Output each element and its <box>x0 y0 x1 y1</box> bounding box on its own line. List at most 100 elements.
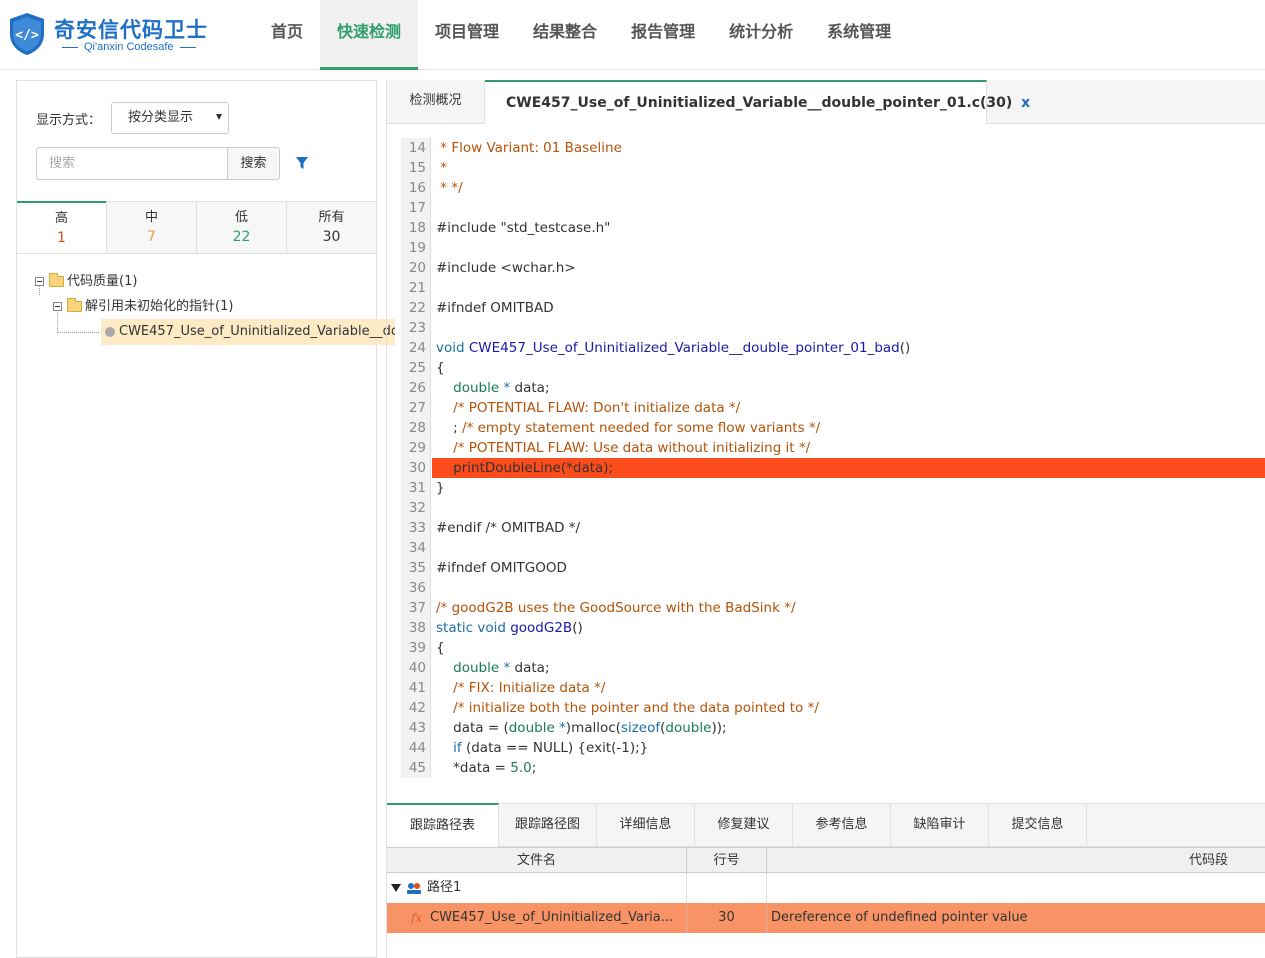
line-number: 35 <box>401 558 431 578</box>
trace-tab[interactable]: 跟踪路径表 <box>387 803 499 848</box>
line-number: 28 <box>401 418 431 438</box>
code-line: 42 /* initialize both the pointer and th… <box>401 698 1265 718</box>
code-token: )); <box>711 720 727 736</box>
code-token: () <box>572 620 583 636</box>
code-text: void CWE457_Use_of_Uninitialized_Variabl… <box>436 338 910 358</box>
column-header-line[interactable]: 行号 <box>687 848 767 873</box>
tree-node-subcategory[interactable]: 解引用未初始化的指针(1) <box>35 294 377 319</box>
line-number: 15 <box>401 158 431 178</box>
source-code-viewer[interactable]: 14 * Flow Variant: 01 Baseline 15 * 16 * *… <box>401 138 1265 778</box>
code-token: ; <box>531 760 537 776</box>
column-header-snippet[interactable]: 代码段 <box>767 848 1265 873</box>
code-token: sizeof <box>620 720 661 736</box>
code-text: * Flow Variant: 01 Baseline <box>436 138 622 158</box>
table-row-path[interactable]: 路径1 <box>387 873 1265 903</box>
code-text: /* FIX: Initialize data */ <box>436 678 605 698</box>
line-number: 41 <box>401 678 431 698</box>
nav-item[interactable]: 首页 <box>254 0 320 70</box>
code-token: /* initialize both the pointer and the d… <box>453 700 819 716</box>
tab-source-file-label: CWE457_Use_of_Uninitialized_Variable__do… <box>506 95 1013 111</box>
code-line: 40 double * data; <box>401 658 1265 678</box>
code-line: 19 <box>401 238 1265 258</box>
severity-tab-label: 高 <box>54 211 68 226</box>
display-mode-value: 按分类显示 <box>128 110 194 125</box>
nav-item[interactable]: 项目管理 <box>418 0 516 70</box>
trace-tab[interactable]: 跟踪路径图 <box>499 804 597 847</box>
nav-item[interactable]: 系统管理 <box>810 0 908 70</box>
trace-tab[interactable]: 提交信息 <box>989 804 1087 847</box>
caret-down-icon[interactable] <box>391 884 401 892</box>
code-line: 39 { <box>401 638 1265 658</box>
severity-tab[interactable]: 高1 <box>17 201 106 253</box>
table-row[interactable]: fx CWE457_Use_of_Uninitialized_Varia... … <box>387 903 1265 933</box>
code-line: 33 #endif /* OMITBAD */ <box>401 518 1265 538</box>
line-number: 34 <box>401 538 431 558</box>
trace-tab[interactable]: 修复建议 <box>695 804 793 847</box>
line-number: 39 <box>401 638 431 658</box>
brand-logo[interactable]: </> 奇安信代码卫士 Qi'anxin Codesafe <box>8 10 218 60</box>
code-text: data = (double *)malloc(sizeof(double)); <box>436 718 727 738</box>
code-text: { <box>436 358 445 378</box>
search-input[interactable] <box>36 147 227 180</box>
tab-overview[interactable]: 检测概况 <box>387 80 485 124</box>
code-token: #ifndef OMITBAD <box>436 300 554 316</box>
column-header-file[interactable]: 文件名 <box>387 848 687 873</box>
tree-node-category[interactable]: 代码质量(1) <box>35 269 377 294</box>
code-line: 37 /* goodG2B uses the GoodSource with th… <box>401 598 1265 618</box>
line-number: 25 <box>401 358 431 378</box>
trace-tab[interactable]: 详细信息 <box>597 804 695 847</box>
code-token: ; <box>436 420 463 436</box>
trace-tab[interactable]: 参考信息 <box>793 804 891 847</box>
highlighted-code-line: 30 printDoubleLine(*data); <box>401 458 1265 478</box>
code-token: )malloc( <box>565 720 621 736</box>
line-number: 21 <box>401 278 431 298</box>
code-text: double * data; <box>436 658 549 678</box>
code-text: #endif /* OMITBAD */ <box>436 518 580 538</box>
severity-tab-label: 低 <box>234 210 248 225</box>
top-bar: </> 奇安信代码卫士 Qi'anxin Codesafe 首页 快速检测 项目管理… <box>0 0 1265 70</box>
line-number: 30 <box>687 903 767 933</box>
line-cell <box>687 873 767 903</box>
line-number: 37 <box>401 598 431 618</box>
code-line: 35 #ifndef OMITGOOD <box>401 558 1265 578</box>
collapse-icon[interactable] <box>35 277 44 286</box>
filter-icon[interactable] <box>296 157 308 170</box>
close-icon[interactable]: x <box>1021 95 1030 111</box>
file-cell: fx CWE457_Use_of_Uninitialized_Varia... <box>387 903 687 933</box>
nav-item[interactable]: 快速检测 <box>320 0 419 70</box>
brand-title: 奇安信代码卫士 <box>54 18 208 42</box>
search-button[interactable]: 搜索 <box>227 147 280 180</box>
code-token: printDoubleLine(*data); <box>436 460 614 476</box>
brand-subtitle: Qi'anxin Codesafe <box>56 41 202 53</box>
code-token: data; <box>514 380 550 396</box>
nav-item[interactable]: 结果整合 <box>516 0 614 70</box>
nav-item[interactable]: 报告管理 <box>614 0 712 70</box>
severity-tab[interactable]: 中7 <box>106 202 196 253</box>
tree-node-label: 代码质量(1) <box>67 274 138 289</box>
table-header: 文件名 行号 代码段 <box>387 847 1265 873</box>
line-number: 14 <box>401 138 431 158</box>
collapse-icon[interactable] <box>53 302 62 311</box>
display-mode-select[interactable]: 按分类显示 <box>111 102 229 134</box>
code-text: printDoubleLine(*data); <box>432 458 1265 478</box>
line-number: 29 <box>401 438 431 458</box>
nav-item[interactable]: 统计分析 <box>712 0 810 70</box>
code-token: #endif /* OMITBAD */ <box>436 520 581 536</box>
code-token: * */ <box>436 180 463 196</box>
code-text: /* POTENTIAL FLAW: Use data without init… <box>436 438 810 458</box>
severity-tab[interactable]: 所有 30 <box>286 202 376 253</box>
tree-node-label: 解引用未初始化的指针(1) <box>85 299 234 314</box>
severity-tab[interactable]: 低 22 <box>196 202 286 253</box>
code-line: 22 #ifndef OMITBAD <box>401 298 1265 318</box>
line-number: 16 <box>401 178 431 198</box>
tab-source-file[interactable]: CWE457_Use_of_Uninitialized_Variable__do… <box>485 80 1030 125</box>
code-token: 5.0 <box>510 760 532 776</box>
snippet-cell <box>767 873 1265 903</box>
folder-icon <box>67 298 82 312</box>
code-text: { <box>436 638 445 658</box>
tree-node-file[interactable]: CWE457_Use_of_Uninitialized_Variable__do… <box>101 319 395 345</box>
trace-tab[interactable]: 缺陷审计 <box>891 804 989 847</box>
main-nav: 首页 快速检测 项目管理 结果整合 报告管理 统计分析 系统管理 <box>254 0 908 70</box>
